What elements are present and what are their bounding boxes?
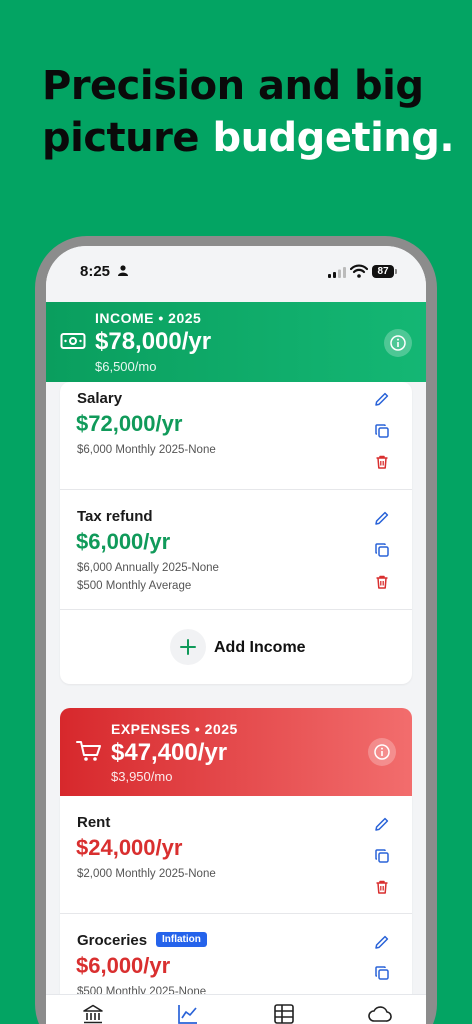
expense-item-rent[interactable]: Rent $24,000/yr $2,000 Monthly 2025-None [60, 796, 412, 914]
info-icon [390, 335, 406, 351]
expenses-info-button[interactable] [368, 738, 396, 766]
income-total: $78,000/yr [95, 328, 212, 355]
battery-indicator: 87 [372, 265, 394, 278]
table-icon[interactable] [273, 1003, 295, 1024]
income-item-salary[interactable]: Salary $72,000/yr $6,000 Monthly 2025-No… [60, 382, 412, 490]
inflation-badge: Inflation [156, 932, 207, 947]
chart-icon[interactable] [177, 1003, 199, 1024]
copy-icon[interactable] [374, 965, 390, 981]
expenses-header[interactable]: EXPENSES • 2025 $47,400/yr $3,950/mo [60, 708, 412, 796]
copy-icon[interactable] [374, 848, 390, 864]
edit-icon[interactable] [374, 510, 390, 526]
edit-icon[interactable] [374, 816, 390, 832]
income-monthly: $6,500/mo [95, 359, 157, 374]
edit-icon[interactable] [374, 934, 390, 950]
item-detail: $2,000 Monthly 2025-None [77, 868, 216, 880]
edit-icon[interactable] [374, 391, 390, 407]
income-item-tax-refund[interactable]: Tax refund $6,000/yr $6,000 Annually 202… [60, 490, 412, 610]
item-name: Salary [77, 390, 123, 407]
item-name: Groceries [77, 932, 148, 949]
headline-accent: budgeting. [212, 115, 455, 161]
signal-icon [328, 267, 346, 278]
expenses-card-group: Rent $24,000/yr $2,000 Monthly 2025-None… [60, 796, 412, 1024]
item-detail: $6,000 Monthly 2025-None [77, 444, 216, 456]
add-income-button[interactable]: Add Income [60, 610, 412, 686]
bank-icon[interactable] [82, 1003, 104, 1024]
money-icon [60, 333, 86, 349]
battery-tip [395, 269, 397, 274]
add-income-label: Add Income [214, 639, 306, 656]
headline: Precision and big picture budgeting. [42, 60, 462, 164]
copy-icon[interactable] [374, 423, 390, 439]
item-name: Tax refund [77, 508, 153, 525]
headline-line2: picture budgeting. [42, 112, 462, 164]
income-label: INCOME • 2025 [95, 310, 202, 326]
phone-screen: 8:25 87 INCOME • 2025 $78,000/yr $6,500/… [46, 246, 426, 1024]
plus-icon [180, 639, 196, 655]
item-amount: $6,000/yr [76, 529, 171, 554]
item-amount: $6,000/yr [76, 953, 171, 978]
info-icon [374, 744, 390, 760]
trash-icon[interactable] [374, 454, 390, 470]
income-info-button[interactable] [384, 329, 412, 357]
cart-icon [76, 741, 101, 761]
headline-line1: Precision and big [42, 63, 424, 109]
status-bar: 8:25 87 [46, 246, 426, 302]
tab-bar [46, 994, 426, 1024]
person-icon [118, 265, 128, 276]
item-detail-average: $500 Monthly Average [77, 580, 192, 592]
income-header[interactable]: INCOME • 2025 $78,000/yr $6,500/mo [46, 302, 426, 382]
copy-icon[interactable] [374, 542, 390, 558]
expenses-total: $47,400/yr [111, 739, 228, 766]
cloud-icon[interactable] [368, 1003, 392, 1024]
trash-icon[interactable] [374, 574, 390, 590]
headline-dark: picture [42, 115, 213, 161]
income-card-group: Salary $72,000/yr $6,000 Monthly 2025-No… [60, 382, 412, 684]
add-circle [170, 629, 206, 665]
item-detail: $6,000 Annually 2025-None [77, 562, 219, 574]
expenses-label: EXPENSES • 2025 [111, 721, 238, 737]
item-amount: $72,000/yr [76, 411, 183, 436]
status-time: 8:25 [80, 263, 111, 280]
item-name: Rent [77, 814, 111, 831]
wifi-icon [350, 264, 368, 278]
item-amount: $24,000/yr [76, 835, 183, 860]
expenses-monthly: $3,950/mo [111, 769, 173, 784]
trash-icon[interactable] [374, 879, 390, 895]
